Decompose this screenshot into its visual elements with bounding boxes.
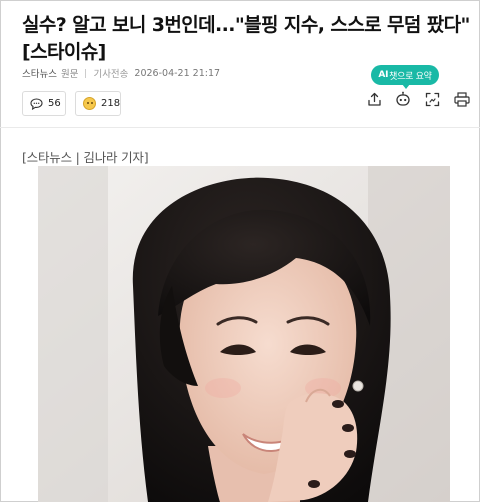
speech-bubble-icon: [30, 97, 43, 110]
ai-summary-prefix: AI: [378, 70, 389, 80]
press-name[interactable]: 스타뉴스: [22, 66, 57, 80]
comment-count: 56: [48, 98, 61, 109]
ai-summary-label: 챗으로 요약: [389, 71, 432, 82]
ai-bot-button[interactable]: [392, 90, 414, 112]
reaction-button[interactable]: 218: [75, 91, 121, 116]
article-byline: [스타뉴스 | 김나라 기자]: [22, 150, 149, 165]
screen-capture-button[interactable]: [421, 90, 443, 112]
article-meta: 스타뉴스 원문 기사전송 2026-04-21 21:17: [22, 66, 221, 81]
print-button[interactable]: [451, 90, 473, 112]
article-headline: 실수? 알고 보니 3번인데..."블핑 지수, 스스로 무덤 팠다" [스타이…: [22, 14, 470, 63]
publish-date: 2026-04-21 21:17: [134, 67, 221, 79]
reaction-count: 218: [101, 98, 121, 109]
ai-bot-icon: [395, 91, 411, 111]
meta-separator: [85, 68, 87, 78]
original-article-link[interactable]: 원문: [61, 66, 78, 80]
share-button[interactable]: [363, 90, 385, 112]
comment-button[interactable]: 56: [22, 91, 66, 116]
header-divider: [0, 127, 480, 128]
print-icon: [454, 91, 470, 111]
date-label: 기사전송: [93, 69, 129, 80]
share-icon: [367, 92, 382, 111]
article-photo: [38, 166, 450, 502]
ai-summary-badge[interactable]: AI 챗으로 요약: [371, 65, 439, 89]
reaction-face-icon: [83, 97, 96, 110]
screen-capture-icon: [425, 92, 440, 111]
